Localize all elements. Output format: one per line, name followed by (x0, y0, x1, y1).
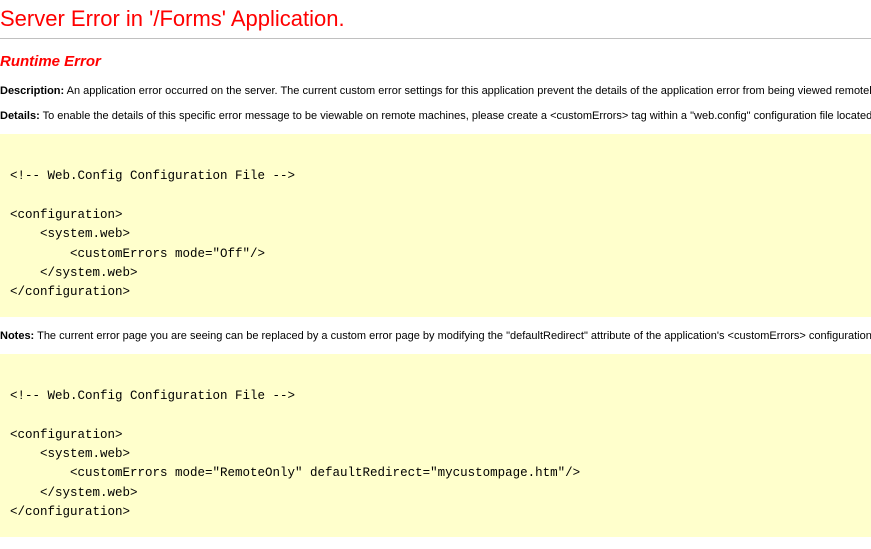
description-label: Description: (0, 85, 64, 97)
details-line: Details: To enable the details of this s… (0, 109, 871, 124)
details-text: To enable the details of this specific e… (43, 110, 871, 122)
notes-label: Notes: (0, 330, 34, 342)
description-text: An application error occurred on the ser… (67, 85, 871, 97)
notes-line: Notes: The current error page you are se… (0, 329, 871, 344)
code-block-1: <!-- Web.Config Configuration File --> <… (0, 134, 871, 317)
page-title: Server Error in '/Forms' Application. (0, 6, 871, 32)
description-line: Description: An application error occurr… (0, 84, 871, 99)
divider (0, 38, 871, 39)
notes-text: The current error page you are seeing ca… (37, 330, 871, 342)
sub-title: Runtime Error (0, 53, 871, 70)
code-block-2: <!-- Web.Config Configuration File --> <… (0, 354, 871, 537)
details-label: Details: (0, 110, 40, 122)
